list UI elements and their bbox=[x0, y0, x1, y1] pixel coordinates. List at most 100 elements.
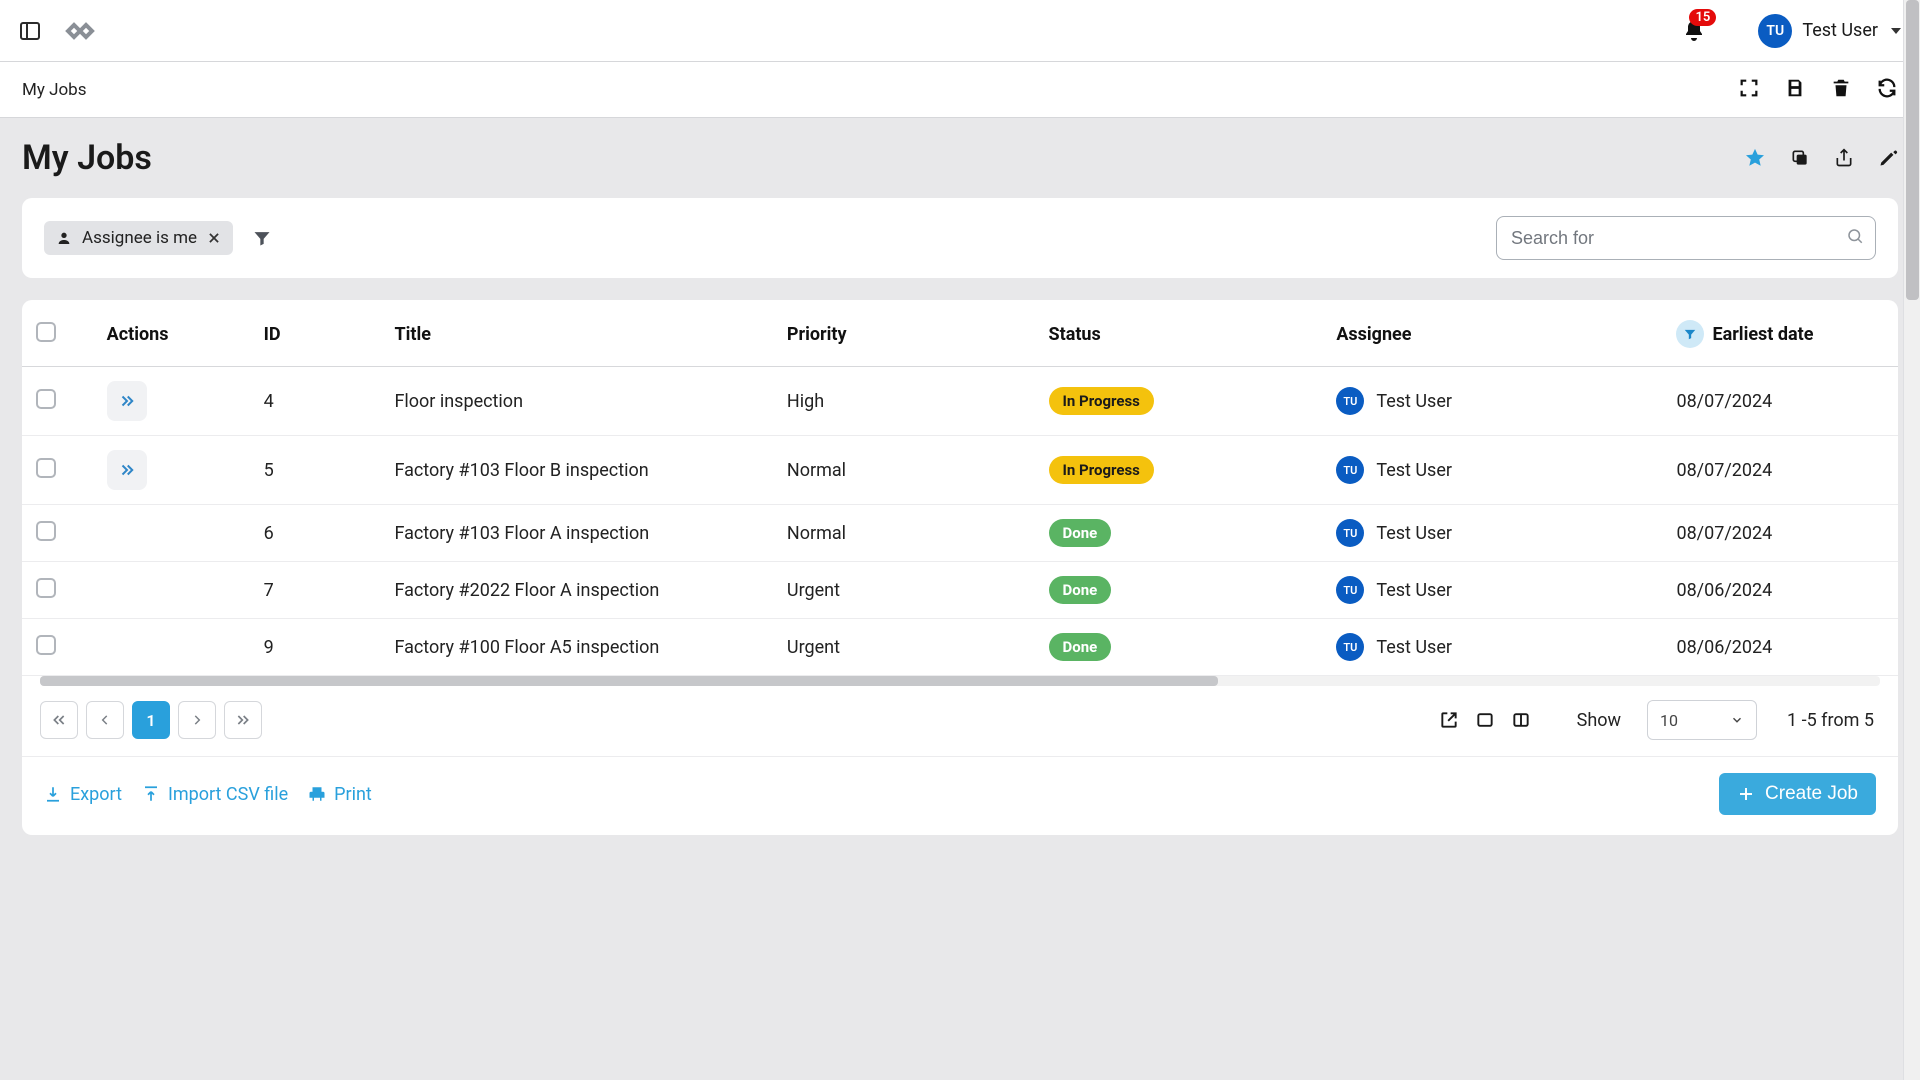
chevrons-right-icon bbox=[235, 712, 251, 728]
filter-chip-remove-button[interactable] bbox=[207, 231, 221, 245]
cell-title[interactable]: Factory #103 Floor A inspection bbox=[380, 505, 772, 562]
export-label: Export bbox=[70, 784, 122, 805]
col-actions-header[interactable]: Actions bbox=[93, 300, 250, 367]
page-title: My Jobs bbox=[22, 138, 152, 178]
print-label: Print bbox=[334, 784, 372, 805]
layout-split-button[interactable] bbox=[1511, 710, 1531, 730]
window-vertical-scrollbar[interactable] bbox=[1903, 0, 1920, 1080]
avatar: TU bbox=[1758, 14, 1792, 48]
cell-assignee[interactable]: TUTest User bbox=[1336, 456, 1452, 484]
status-badge: In Progress bbox=[1049, 456, 1154, 484]
page-number-current[interactable]: 1 bbox=[132, 701, 170, 739]
jobs-table: Actions ID Title Priority Status Assigne… bbox=[22, 300, 1898, 676]
chevrons-right-icon bbox=[118, 392, 136, 410]
page-size-select[interactable]: 10 bbox=[1647, 700, 1757, 740]
select-all-checkbox[interactable] bbox=[36, 322, 56, 342]
search-wrap bbox=[1496, 216, 1876, 260]
chevrons-left-icon bbox=[51, 712, 67, 728]
row-checkbox[interactable] bbox=[36, 389, 56, 409]
edit-button[interactable] bbox=[1878, 148, 1898, 168]
cell-earliest-date: 08/06/2024 bbox=[1662, 619, 1898, 676]
table-row[interactable]: 5Factory #103 Floor B inspectionNormal In… bbox=[22, 436, 1898, 505]
delete-button[interactable] bbox=[1830, 77, 1852, 103]
notifications-button[interactable]: 15 bbox=[1676, 13, 1712, 49]
layout-compact-button[interactable] bbox=[1475, 710, 1495, 730]
app-logo[interactable] bbox=[60, 11, 100, 51]
cell-title[interactable]: Floor inspection bbox=[380, 367, 772, 436]
page-first-button[interactable] bbox=[40, 701, 78, 739]
download-icon bbox=[44, 785, 62, 803]
page-next-button[interactable] bbox=[178, 701, 216, 739]
open-filters-button[interactable] bbox=[247, 223, 277, 253]
col-priority-header[interactable]: Priority bbox=[773, 300, 1035, 367]
external-link-icon bbox=[1439, 710, 1459, 730]
print-button[interactable]: Print bbox=[308, 784, 372, 805]
row-expand-button[interactable] bbox=[107, 450, 147, 490]
refresh-button[interactable] bbox=[1876, 77, 1898, 103]
share-icon bbox=[1834, 148, 1854, 168]
breadcrumb[interactable]: My Jobs bbox=[22, 80, 87, 100]
cell-earliest-date: 08/07/2024 bbox=[1662, 367, 1898, 436]
table-row[interactable]: 7Factory #2022 Floor A inspectionUrgentD… bbox=[22, 562, 1898, 619]
row-checkbox[interactable] bbox=[36, 578, 56, 598]
column-filter-active-icon[interactable] bbox=[1676, 320, 1704, 348]
row-checkbox[interactable] bbox=[36, 521, 56, 541]
col-earliest-date-header[interactable]: Earliest date bbox=[1662, 300, 1898, 367]
close-icon bbox=[207, 231, 221, 245]
export-button[interactable]: Export bbox=[44, 784, 122, 805]
status-badge: Done bbox=[1049, 519, 1112, 547]
col-title-header[interactable]: Title bbox=[380, 300, 772, 367]
cell-assignee[interactable]: TUTest User bbox=[1336, 633, 1452, 661]
filter-chip-assignee[interactable]: Assignee is me bbox=[44, 221, 233, 255]
chevron-right-icon bbox=[190, 713, 204, 727]
share-button[interactable] bbox=[1834, 148, 1854, 168]
copy-button[interactable] bbox=[1790, 148, 1810, 168]
cell-title[interactable]: Factory #2022 Floor A inspection bbox=[380, 562, 772, 619]
cell-title[interactable]: Factory #103 Floor B inspection bbox=[380, 436, 772, 505]
notifications-badge: 15 bbox=[1689, 9, 1716, 27]
col-assignee-header[interactable]: Assignee bbox=[1322, 300, 1662, 367]
avatar: TU bbox=[1336, 456, 1364, 484]
row-checkbox[interactable] bbox=[36, 635, 56, 655]
status-badge: Done bbox=[1049, 576, 1112, 604]
table-horizontal-scrollbar[interactable] bbox=[40, 676, 1880, 686]
col-status-header[interactable]: Status bbox=[1035, 300, 1323, 367]
cell-id: 6 bbox=[250, 505, 381, 562]
status-badge: Done bbox=[1049, 633, 1112, 661]
open-external-button[interactable] bbox=[1439, 710, 1459, 730]
col-id-header[interactable]: ID bbox=[250, 300, 381, 367]
table-row[interactable]: 4Floor inspectionHighIn ProgressTUTest U… bbox=[22, 367, 1898, 436]
chevrons-right-icon bbox=[118, 461, 136, 479]
toggle-sidebar-button[interactable] bbox=[14, 15, 46, 47]
user-menu-button[interactable]: TU Test User bbox=[1758, 14, 1902, 48]
secondbar: My Jobs bbox=[0, 62, 1920, 118]
cell-assignee[interactable]: TUTest User bbox=[1336, 387, 1452, 415]
cell-id: 5 bbox=[250, 436, 381, 505]
cell-priority: Normal bbox=[773, 436, 1035, 505]
cell-id: 7 bbox=[250, 562, 381, 619]
row-expand-button[interactable] bbox=[107, 381, 147, 421]
card-footer: Export Import CSV file Print Create Job bbox=[22, 757, 1898, 835]
col-date-label: Earliest date bbox=[1712, 324, 1813, 345]
cell-earliest-date: 08/07/2024 bbox=[1662, 505, 1898, 562]
search-input[interactable] bbox=[1496, 216, 1876, 260]
save-icon bbox=[1784, 77, 1806, 99]
pencil-icon bbox=[1878, 148, 1898, 168]
row-checkbox[interactable] bbox=[36, 458, 56, 478]
table-row[interactable]: 6Factory #103 Floor A inspectionNormalDo… bbox=[22, 505, 1898, 562]
avatar: TU bbox=[1336, 576, 1364, 604]
cell-assignee[interactable]: TUTest User bbox=[1336, 576, 1452, 604]
cell-assignee[interactable]: TUTest User bbox=[1336, 519, 1452, 547]
cell-id: 9 bbox=[250, 619, 381, 676]
save-view-button[interactable] bbox=[1784, 77, 1806, 103]
person-icon bbox=[56, 230, 72, 246]
table-row[interactable]: 9Factory #100 Floor A5 inspectionUrgentD… bbox=[22, 619, 1898, 676]
cell-title[interactable]: Factory #100 Floor A5 inspection bbox=[380, 619, 772, 676]
chevron-down-icon bbox=[1890, 25, 1902, 37]
create-job-button[interactable]: Create Job bbox=[1719, 773, 1876, 815]
fullscreen-button[interactable] bbox=[1738, 77, 1760, 103]
page-prev-button[interactable] bbox=[86, 701, 124, 739]
favorite-button[interactable] bbox=[1744, 147, 1766, 169]
import-button[interactable]: Import CSV file bbox=[142, 784, 288, 805]
page-last-button[interactable] bbox=[224, 701, 262, 739]
